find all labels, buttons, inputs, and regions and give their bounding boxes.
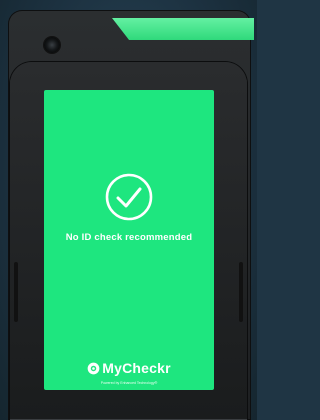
side-button-right bbox=[239, 262, 243, 322]
device-screen: No ID check recommended MyCheckr Powered… bbox=[44, 90, 214, 390]
camera-icon bbox=[44, 37, 60, 53]
status-message: No ID check recommended bbox=[65, 232, 193, 243]
brand-name: MyCheckr bbox=[102, 360, 171, 376]
side-button-left bbox=[14, 262, 18, 322]
scene: No ID check recommended MyCheckr Powered… bbox=[0, 0, 257, 420]
status-indicator-light bbox=[112, 18, 254, 40]
mycheckr-logo-icon bbox=[87, 362, 100, 374]
checkmark-circle-icon bbox=[105, 173, 153, 221]
brand-lockup: MyCheckr Powered by Enhanced Technology® bbox=[44, 360, 214, 385]
brand-tagline: Powered by Enhanced Technology® bbox=[100, 380, 158, 385]
